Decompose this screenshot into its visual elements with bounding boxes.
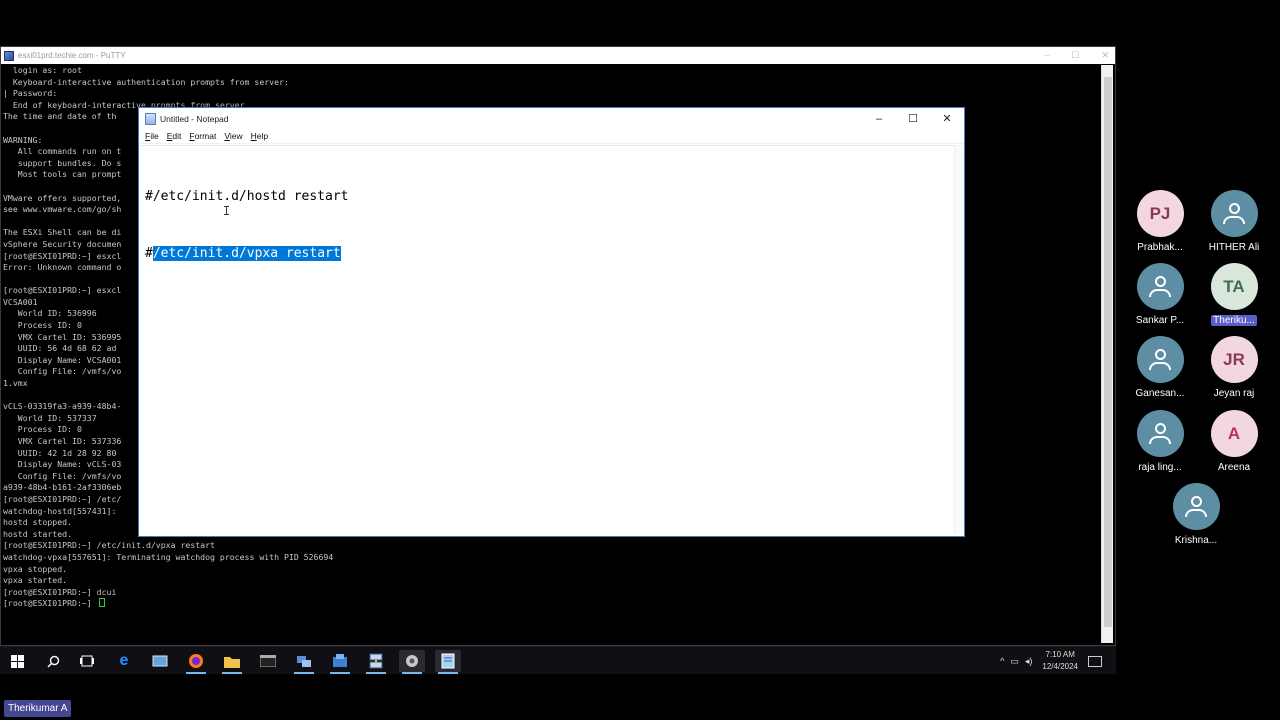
volume-icon[interactable]: ◂) [1025,656,1033,667]
scrollbar-thumb[interactable] [1104,77,1112,627]
text-line-2-prefix: # [145,246,153,261]
taskbar: e ^ ▭ ◂) 7:10 AM 12/4/2024 [0,646,1116,674]
avatar-initials: TA [1223,276,1245,296]
clock-time: 7:10 AM [1045,650,1075,659]
network-tool-icon[interactable] [291,650,317,674]
person-icon [1136,263,1184,310]
putty-scrollbar[interactable] [1101,65,1113,643]
participant-tile[interactable]: JR Jeyan raj [1194,336,1274,401]
windows-start-icon[interactable] [4,650,30,672]
participant-name: Areena [1217,462,1251,473]
network-icon[interactable]: ▭ [1010,656,1019,667]
server-manager-icon[interactable] [147,650,173,672]
participant-name: Theriku... [1211,315,1257,326]
avatar-initials: JR [1223,349,1245,369]
participant-tile[interactable]: A Areena [1194,410,1274,475]
putty-icon[interactable] [363,650,389,674]
internet-explorer-icon[interactable]: e [111,650,137,672]
clock-date: 12/4/2024 [1042,662,1078,671]
task-view-icon[interactable] [74,650,100,672]
menu-format[interactable]: Format [185,131,220,141]
person-icon [1136,410,1184,457]
notepad-scrollbar[interactable] [954,145,964,534]
notepad-titlebar[interactable]: Untitled - Notepad – ☐ ✕ [139,108,964,129]
notepad-window[interactable]: Untitled - Notepad – ☐ ✕ File Edit Forma… [138,107,965,537]
text-line-2: #/etc/init.d/vpxa restart [145,244,349,263]
terminal-line: [root@ESXI01PRD:~] [3,598,1101,610]
menu-edit[interactable]: Edit [163,131,186,141]
terminal-line: [root@ESXI01PRD:~] dcui [3,586,117,597]
terminal-line: login as: root [3,65,82,75]
terminal-cursor [98,598,105,608]
terminal-line: | Password: [3,88,58,99]
person-icon [1210,190,1258,237]
avatar-initials: PJ [1149,203,1171,223]
firefox-icon[interactable] [183,650,209,674]
terminal-line: vpxa started. [3,575,68,586]
putty-minimize-button[interactable]: – [1044,47,1049,64]
putty-maximize-button[interactable]: ☐ [1071,47,1079,64]
putty-titlebar[interactable]: esxi01prd.techie.com - PuTTY – ☐ ✕ [1,47,1115,64]
avatar-initials: A [1227,423,1241,443]
avatar: A [1210,410,1258,457]
notification-icon[interactable] [1088,655,1102,667]
participant-tile[interactable]: Ganesan... [1120,336,1200,401]
folder-network-icon[interactable] [327,650,353,674]
menu-file[interactable]: File [141,131,163,141]
participant-tile[interactable]: Sankar P... [1120,263,1200,328]
maximize-button[interactable]: ☐ [896,108,930,129]
participant-name: Sankar P... [1135,315,1185,326]
putty-title: esxi01prd.techie.com - PuTTY [18,51,126,60]
text-cursor-icon [224,206,229,215]
notepad-icon[interactable] [435,650,461,674]
text-line-1: #/etc/init.d/hostd restart [145,189,349,204]
avatar: JR [1210,336,1258,383]
participant-tile[interactable]: HITHER Ali [1194,190,1274,255]
menu-help[interactable]: Help [247,131,272,141]
search-icon[interactable] [40,650,66,672]
remote-desktop: esxi01prd.techie.com - PuTTY – ☐ ✕ login… [0,46,1116,646]
menu-view[interactable]: View [220,131,246,141]
putty-icon [4,50,14,61]
minimize-button[interactable]: – [862,108,896,129]
participant-name: Prabhak... [1137,242,1183,253]
participant-name: HITHER Ali [1208,242,1260,253]
notepad-menubar: File Edit Format View Help [139,129,964,144]
person-icon [1136,336,1184,383]
participant-name: Krishna... [1174,535,1218,546]
terminal-icon[interactable] [255,650,281,672]
terminal-line: [root@ESXI01PRD:~] /etc/init.d/vpxa rest… [3,540,215,551]
notepad-text-area[interactable]: #/etc/init.d/hostd restart #/etc/init.d/… [140,145,954,534]
terminal-line: watchdog-vpxa[557651]: Terminating watch… [3,551,334,562]
person-icon [1172,483,1220,530]
chevron-up-icon[interactable]: ^ [1000,656,1004,666]
participant-name: raja ling... [1138,462,1182,473]
presenter-label: Therikumar A [4,700,72,717]
terminal-line: Keyboard-interactive authentication prom… [3,76,289,87]
notepad-title: Untitled - Notepad [160,113,229,124]
selected-text: /etc/init.d/vpxa restart [152,246,341,261]
system-tray: ^ ▭ ◂) 7:10 AM 12/4/2024 [1000,647,1116,675]
notepad-icon [145,112,156,125]
avatar: PJ [1136,190,1184,237]
participant-name: Ganesan... [1135,388,1185,399]
putty-close-button[interactable]: ✕ [1101,47,1109,64]
close-button[interactable]: ✕ [930,108,964,129]
terminal-line: vpxa stopped. [3,563,68,574]
participant-tile[interactable]: TA Theriku... [1194,263,1274,328]
participant-name: Jeyan raj [1213,388,1255,399]
gear-tool-icon[interactable] [399,650,425,674]
participant-tile[interactable]: raja ling... [1120,410,1200,475]
participant-tile[interactable]: PJ Prabhak... [1120,190,1200,255]
participant-tile[interactable]: Krishna... [1156,483,1236,548]
clock[interactable]: 7:10 AM 12/4/2024 [1042,649,1078,673]
file-explorer-icon[interactable] [219,650,245,674]
avatar: TA [1210,263,1258,310]
